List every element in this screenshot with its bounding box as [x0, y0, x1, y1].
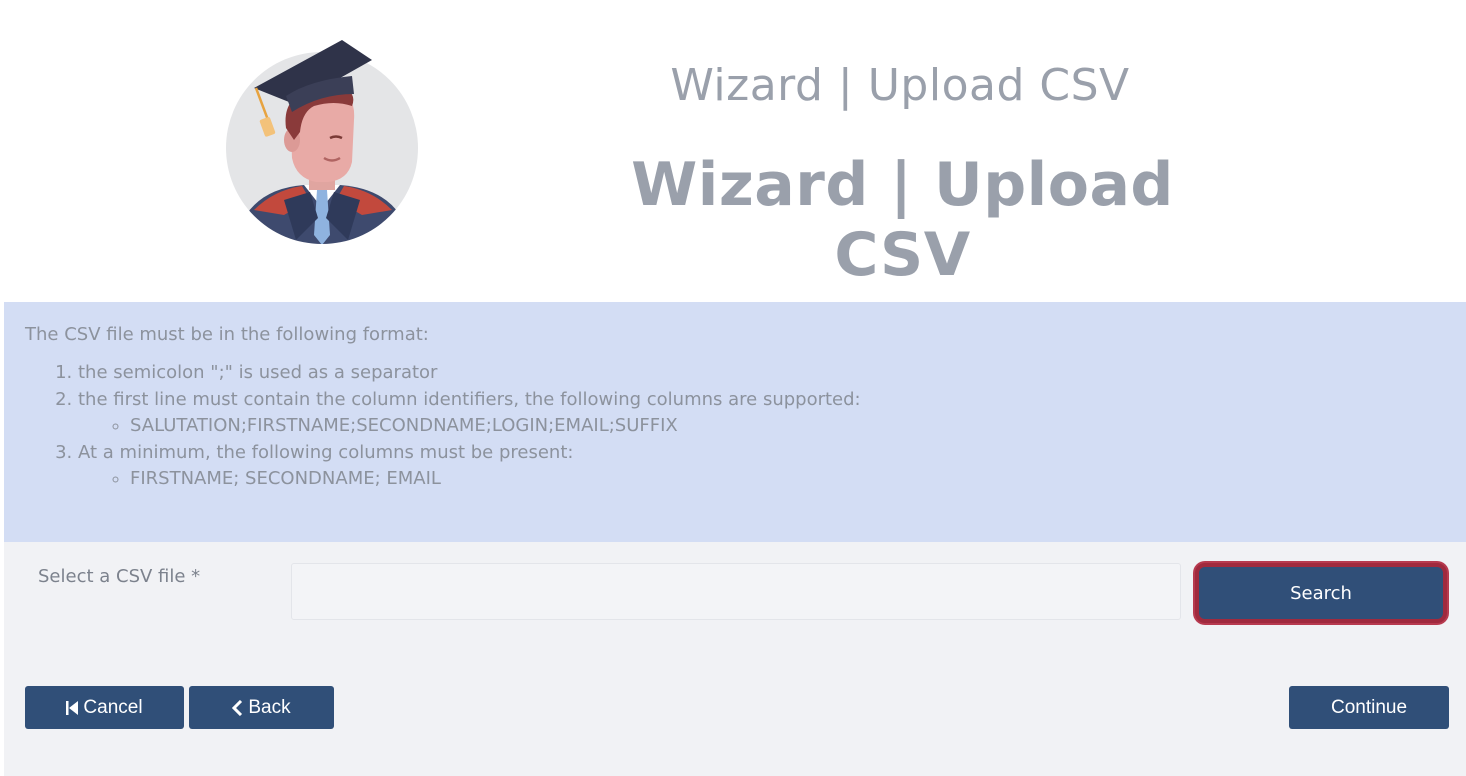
chevron-left-icon	[232, 699, 243, 716]
skip-start-icon	[66, 700, 79, 716]
graduate-avatar-icon	[224, 40, 420, 245]
page-title: Wizard | Upload CSV	[631, 150, 1174, 290]
page-subtitle: Wizard | Upload CSV	[670, 60, 1130, 111]
continue-button[interactable]: Continue	[1289, 686, 1449, 729]
cancel-button[interactable]: Cancel	[25, 686, 184, 729]
supported-columns: SALUTATION;FIRSTNAME;SECONDNAME;LOGIN;EM…	[130, 413, 861, 440]
cancel-label: Cancel	[83, 696, 143, 718]
csv-format-info-panel: The CSV file must be in the following fo…	[4, 302, 1466, 542]
back-button[interactable]: Back	[189, 686, 334, 729]
continue-label: Continue	[1330, 696, 1408, 718]
format-rule-separator: the semicolon ";" is used as a separator	[78, 360, 861, 387]
csv-file-label: Select a CSV file *	[38, 566, 201, 587]
info-intro: The CSV file must be in the following fo…	[25, 324, 429, 345]
back-label: Back	[248, 696, 291, 718]
required-columns: FIRSTNAME; SECONDNAME; EMAIL	[130, 466, 861, 493]
csv-file-field[interactable]	[291, 563, 1181, 620]
upload-form: Select a CSV file * Search Cancel Back C…	[4, 542, 1466, 776]
format-rules-list: the semicolon ";" is used as a separator…	[36, 360, 861, 493]
format-rule-required: At a minimum, the following columns must…	[78, 440, 861, 493]
search-button[interactable]: Search	[1195, 563, 1447, 623]
format-rule-columns: the first line must contain the column i…	[78, 387, 861, 440]
search-button-label: Search	[1290, 582, 1352, 604]
page-header: Wizard | Upload CSV Wizard | Upload CSV	[0, 0, 1466, 302]
